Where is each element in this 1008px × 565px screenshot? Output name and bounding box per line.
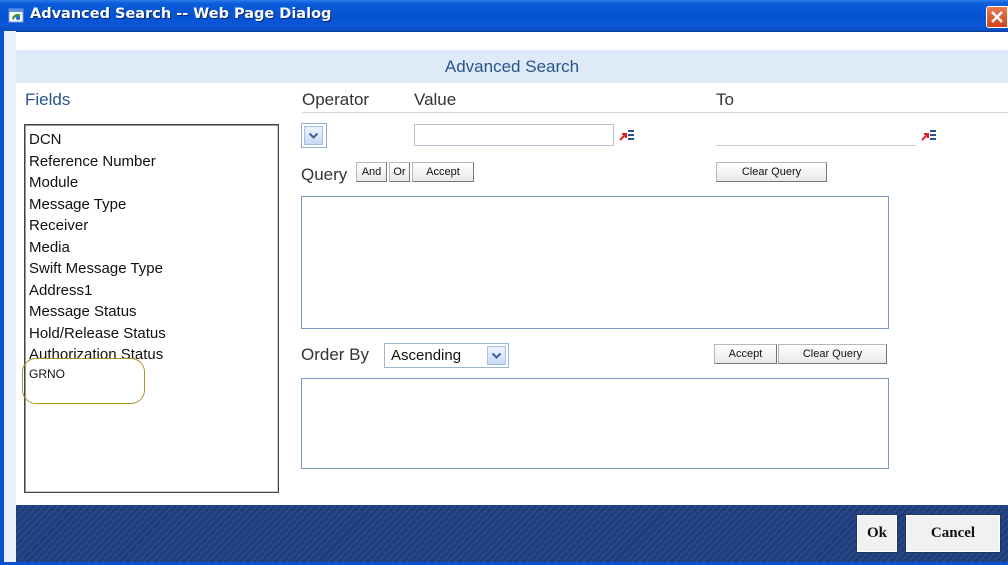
clear-query-button[interactable]: Clear Query xyxy=(716,162,827,182)
cancel-button[interactable]: Cancel xyxy=(905,514,1001,553)
ie-dialog-icon xyxy=(8,7,25,24)
field-item[interactable]: DCN xyxy=(29,129,166,151)
chevron-down-icon xyxy=(491,352,502,359)
list-of-values-icon[interactable] xyxy=(920,126,938,144)
to-input[interactable] xyxy=(716,124,916,146)
order-by-textarea[interactable] xyxy=(301,378,889,469)
window-frame-inner xyxy=(4,31,16,565)
query-label: Query xyxy=(301,165,348,184)
fields-listbox[interactable]: DCN Reference Number Module Message Type… xyxy=(24,124,279,493)
dropdown-button[interactable] xyxy=(304,126,323,145)
fields-list: DCN Reference Number Module Message Type… xyxy=(29,129,166,382)
label-divider xyxy=(302,112,1008,113)
ok-button[interactable]: Ok xyxy=(856,514,898,553)
order-by-select[interactable]: Ascending xyxy=(384,343,509,368)
fields-label: Fields xyxy=(25,90,71,109)
window-title: Advanced Search -- Web Page Dialog xyxy=(30,6,332,22)
order-by-label: Order By xyxy=(301,345,370,364)
order-by-value: Ascending xyxy=(391,347,462,364)
field-item[interactable]: Message Type xyxy=(29,194,166,216)
or-button[interactable]: Or xyxy=(389,162,410,182)
operator-label: Operator xyxy=(302,90,370,109)
field-item[interactable]: Address1 xyxy=(29,280,166,302)
value-input[interactable] xyxy=(414,124,614,146)
field-item[interactable]: Module xyxy=(29,172,166,194)
field-item[interactable]: Swift Message Type xyxy=(29,258,166,280)
field-item-grno[interactable]: GRNO xyxy=(29,366,166,382)
operator-select[interactable] xyxy=(301,123,327,148)
advanced-search-header: Advanced Search xyxy=(16,50,1008,83)
field-item[interactable]: Authorization Status xyxy=(29,344,166,366)
title-bar: Advanced Search -- Web Page Dialog xyxy=(0,0,1008,32)
accept-order-button[interactable]: Accept xyxy=(714,344,777,364)
chevron-down-icon xyxy=(308,132,319,139)
clear-order-button[interactable]: Clear Query xyxy=(778,344,887,364)
field-item[interactable]: Message Status xyxy=(29,301,166,323)
field-item[interactable]: Media xyxy=(29,237,166,259)
field-item[interactable]: Reference Number xyxy=(29,151,166,173)
list-of-values-icon[interactable] xyxy=(618,126,636,144)
field-item[interactable]: Hold/Release Status xyxy=(29,323,166,345)
close-button[interactable] xyxy=(986,6,1008,28)
and-button[interactable]: And xyxy=(356,162,387,182)
value-label: Value xyxy=(414,90,457,109)
dropdown-button[interactable] xyxy=(487,346,506,365)
accept-query-button[interactable]: Accept xyxy=(412,162,474,182)
query-textarea[interactable] xyxy=(301,196,889,329)
field-item[interactable]: Receiver xyxy=(29,215,166,237)
close-icon xyxy=(991,11,1003,23)
to-label: To xyxy=(716,90,734,109)
